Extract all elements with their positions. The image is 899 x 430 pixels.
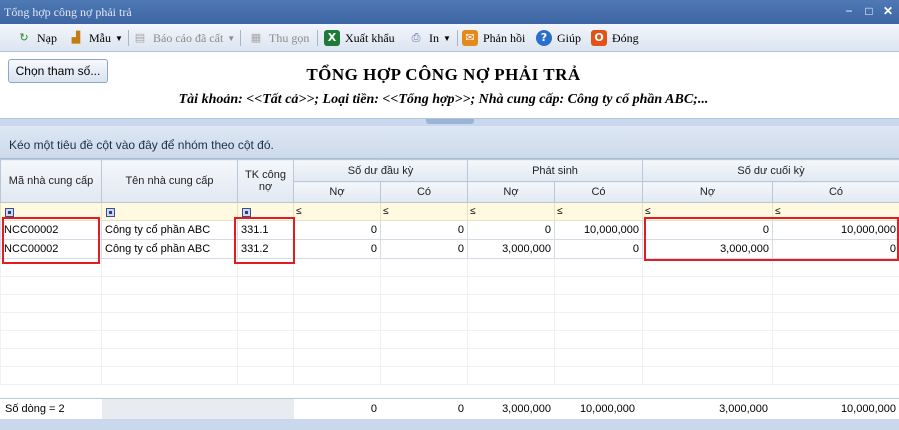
mail-icon: ✉	[462, 30, 478, 46]
chevron-down-icon: ▼	[443, 33, 451, 43]
excel-icon: X	[324, 30, 340, 46]
close-window-icon[interactable]: ✕	[881, 3, 895, 19]
status-strip	[0, 419, 899, 430]
filter-operator[interactable]: ≤	[775, 206, 781, 217]
window-title: Tổng hợp công nợ phải trả	[4, 5, 132, 19]
filter-operator[interactable]: ≤	[383, 206, 389, 217]
chart-icon: ▟	[71, 31, 81, 44]
print-icon: ⎙	[411, 31, 421, 44]
column-header-open-credit[interactable]: Có	[380, 181, 468, 203]
column-header-supplier-code[interactable]: Mã nhà cung cấp	[0, 159, 102, 203]
minimize-icon[interactable]: −	[842, 3, 856, 19]
total-mov-debit: 3,000,000	[502, 403, 551, 415]
header-splitter[interactable]	[0, 118, 899, 126]
empty-row	[0, 276, 899, 295]
window-title-bar: Tổng hợp công nợ phải trả − □ ✕	[0, 0, 899, 24]
summary-footer: Số dòng = 2 0 0 3,000,000 10,000,000 3,0…	[0, 398, 899, 419]
refresh-icon: ↻	[19, 31, 29, 44]
collapse-button[interactable]: ▦ Thu gọn	[248, 28, 310, 48]
filter-cell-open-credit[interactable]: ≤	[380, 202, 468, 221]
empty-row	[0, 312, 899, 331]
toolbar: ↻ Nạp ▟ Mẫu ▼ ▤ Báo cáo đã cất ▼ ▦ Thu g…	[0, 24, 899, 52]
total-open-credit: 0	[457, 403, 464, 415]
filter-operator[interactable]: ≤	[645, 206, 651, 217]
filter-icon[interactable]	[242, 207, 251, 217]
reload-button[interactable]: ↻ Nạp	[16, 28, 57, 48]
cell-mov-credit[interactable]: 10,000,000	[554, 220, 643, 240]
column-header-movement-debit[interactable]: Nợ	[467, 181, 555, 203]
cell-open-credit[interactable]: 0	[380, 220, 468, 240]
group-by-hint: Kéo một tiêu đề cột vào đây để nhóm theo…	[9, 138, 274, 152]
data-grid: Mã nhà cung cấp Tên nhà cung cấp TK công…	[0, 159, 899, 385]
close-report-button[interactable]: O Đóng	[591, 28, 639, 48]
column-header-account[interactable]: TK công nợ	[237, 159, 294, 203]
toolbar-separator	[128, 30, 129, 46]
column-header-close-debit[interactable]: Nợ	[642, 181, 773, 203]
saved-report-icon: ▤	[134, 31, 146, 44]
footer-spacer	[102, 399, 294, 419]
export-button[interactable]: X Xuất khẩu	[324, 28, 395, 48]
template-button[interactable]: ▟ Mẫu ▼	[68, 28, 123, 48]
toolbar-separator	[457, 30, 458, 46]
filter-cell-name[interactable]	[101, 202, 238, 221]
column-header-supplier-name[interactable]: Tên nhà cung cấp	[101, 159, 238, 203]
collapse-icon: ▦	[250, 31, 262, 44]
empty-row	[0, 294, 899, 313]
filter-operator[interactable]: ≤	[296, 206, 302, 217]
filter-cell-mov-credit[interactable]: ≤	[554, 202, 643, 221]
total-open-debit: 0	[370, 403, 377, 415]
chevron-down-icon: ▼	[227, 33, 236, 43]
chevron-down-icon: ▼	[115, 33, 123, 43]
toolbar-separator	[317, 30, 318, 46]
report-subtitle: Tài khoản: <<Tất cả>>; Loại tiền: <<Tổng…	[178, 92, 709, 107]
highlight-box-supplier-code	[2, 217, 100, 264]
group-by-panel[interactable]: Kéo một tiêu đề cột vào đây để nhóm theo…	[0, 126, 899, 159]
band-header-movement: Phát sinh	[467, 159, 643, 182]
splitter-grip-icon[interactable]	[426, 119, 474, 124]
cell-supplier-name[interactable]: Công ty cổ phần ABC	[101, 239, 238, 259]
cell-open-credit[interactable]: 0	[380, 239, 468, 259]
cell-mov-debit[interactable]: 0	[467, 220, 555, 240]
report-header: Chọn tham số... TỔNG HỢP CÔNG NỢ PHẢI TR…	[0, 52, 899, 120]
column-header-open-debit[interactable]: Nợ	[293, 181, 381, 203]
cell-mov-credit[interactable]: 0	[554, 239, 643, 259]
band-header-opening: Số dư đầu kỳ	[293, 159, 468, 182]
saved-report-button[interactable]: ▤ Báo cáo đã cất ▼	[132, 28, 235, 48]
cell-open-debit[interactable]: 0	[293, 220, 381, 240]
column-header-movement-credit[interactable]: Có	[554, 181, 643, 203]
cell-supplier-name[interactable]: Công ty cổ phần ABC	[101, 220, 238, 240]
report-title: TỔNG HỢP CÔNG NỢ PHẢI TRẢ	[306, 65, 581, 84]
print-button[interactable]: ⎙ In ▼	[408, 28, 451, 48]
help-icon: ?	[536, 30, 552, 46]
close-icon: O	[591, 30, 607, 46]
column-header-close-credit[interactable]: Có	[771, 181, 899, 203]
empty-row	[0, 330, 899, 349]
empty-row	[0, 366, 899, 385]
empty-row	[0, 348, 899, 367]
highlight-box-closing-balance	[644, 217, 899, 261]
row-count: Số dòng = 2	[5, 403, 65, 415]
filter-cell-open-debit[interactable]: ≤	[293, 202, 381, 221]
filter-icon[interactable]	[106, 207, 115, 217]
total-close-debit: 3,000,000	[719, 403, 768, 415]
filter-operator[interactable]: ≤	[470, 206, 476, 217]
cell-open-debit[interactable]: 0	[293, 239, 381, 259]
filter-icon[interactable]	[5, 207, 14, 217]
cell-mov-debit[interactable]: 3,000,000	[467, 239, 555, 259]
maximize-icon[interactable]: □	[862, 3, 876, 19]
filter-operator[interactable]: ≤	[557, 206, 563, 217]
filter-cell-mov-debit[interactable]: ≤	[467, 202, 555, 221]
total-mov-credit: 10,000,000	[579, 403, 635, 415]
highlight-box-account	[234, 217, 295, 264]
help-button[interactable]: ? Giúp	[536, 28, 581, 48]
feedback-button[interactable]: ✉ Phản hồi	[462, 28, 525, 48]
band-header-closing: Số dư cuối kỳ	[641, 159, 899, 182]
empty-row	[0, 258, 899, 277]
toolbar-separator	[240, 30, 241, 46]
total-close-credit: 10,000,000	[840, 403, 896, 415]
